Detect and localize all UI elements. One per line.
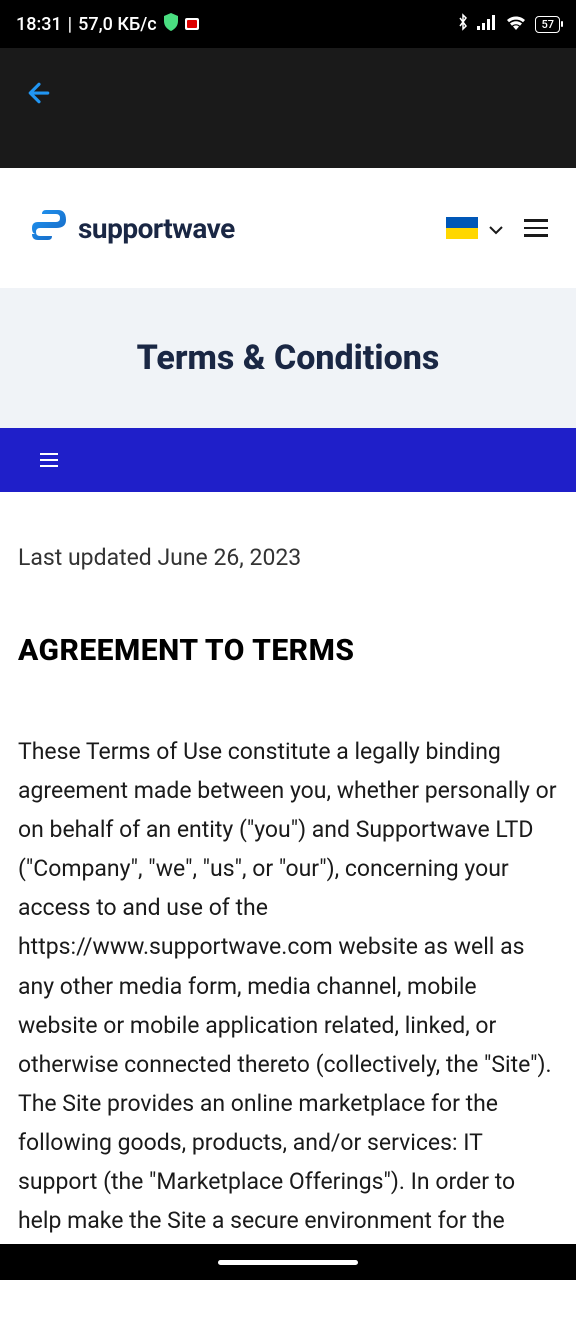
brand[interactable]: supportwave <box>28 208 235 248</box>
last-updated-text: Last updated June 26, 2023 <box>18 544 558 571</box>
battery-level: 57 <box>541 18 554 31</box>
content-area: Last updated June 26, 2023 AGREEMENT TO … <box>0 492 576 1331</box>
brand-logo-icon <box>28 208 68 248</box>
brand-name: supportwave <box>78 212 235 245</box>
battery-icon: 57 <box>535 16 560 33</box>
chevron-down-icon <box>488 216 504 240</box>
wifi-icon <box>505 14 527 35</box>
body-text: These Terms of Use constitute a legally … <box>18 732 558 1279</box>
app-indicator-icon <box>185 18 199 30</box>
status-data-rate: 57,0 КБ/с <box>78 14 157 35</box>
language-selector[interactable] <box>446 216 504 240</box>
back-button[interactable] <box>24 78 54 116</box>
bluetooth-icon <box>457 13 469 36</box>
menu-button[interactable] <box>524 219 548 237</box>
page-title: Terms & Conditions <box>20 338 556 378</box>
home-indicator[interactable] <box>218 1260 358 1265</box>
app-header: supportwave <box>0 168 576 288</box>
shield-icon <box>163 13 179 35</box>
navigation-back-bar <box>0 48 576 168</box>
status-left: 18:31 | 57,0 КБ/с <box>16 13 199 35</box>
header-actions <box>446 216 548 240</box>
secondary-menu-button[interactable] <box>40 453 58 467</box>
status-separator: | <box>68 14 72 35</box>
flag-icon <box>446 217 478 239</box>
signal-icon <box>477 14 497 35</box>
status-right: 57 <box>457 13 560 36</box>
status-time: 18:31 <box>16 14 62 35</box>
section-heading: AGREEMENT TO TERMS <box>18 633 558 668</box>
system-nav-bar <box>0 1244 576 1280</box>
secondary-nav-bar <box>0 428 576 492</box>
status-bar: 18:31 | 57,0 КБ/с 57 <box>0 0 576 48</box>
page-title-section: Terms & Conditions <box>0 288 576 428</box>
